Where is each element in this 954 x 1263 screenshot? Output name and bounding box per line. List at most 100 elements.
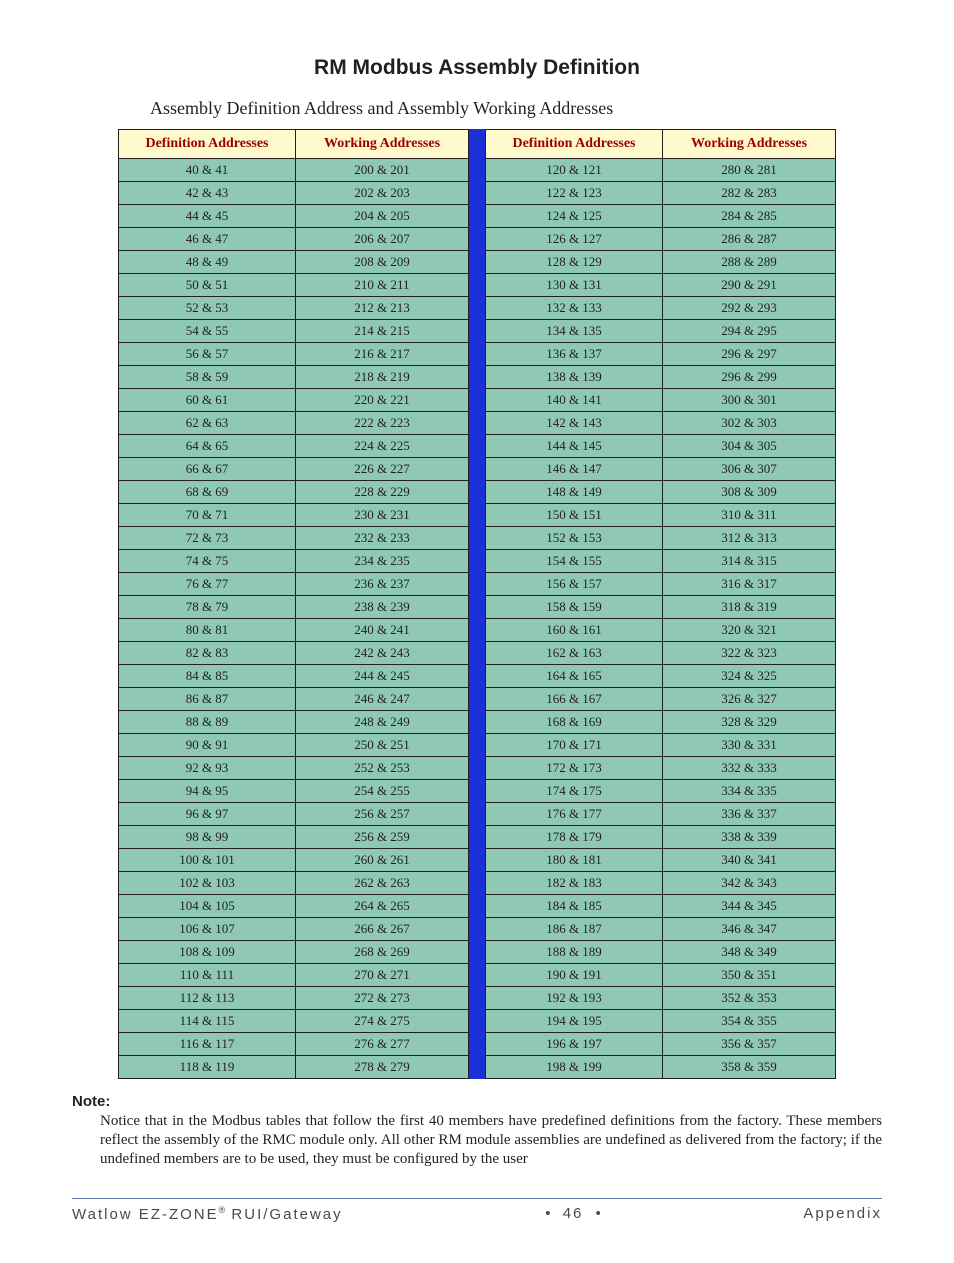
table-row: 58 & 59218 & 219 xyxy=(119,366,469,389)
definition-address-cell: 132 & 133 xyxy=(486,297,663,320)
table-row: 72 & 73232 & 233 xyxy=(119,527,469,550)
table-row: 76 & 77236 & 237 xyxy=(119,573,469,596)
working-address-cell: 276 & 277 xyxy=(296,1033,469,1056)
working-address-cell: 300 & 301 xyxy=(663,389,836,412)
working-address-cell: 330 & 331 xyxy=(663,734,836,757)
working-address-cell: 320 & 321 xyxy=(663,619,836,642)
definition-address-cell: 70 & 71 xyxy=(119,504,296,527)
table-row: 110 & 111270 & 271 xyxy=(119,964,469,987)
working-address-cell: 280 & 281 xyxy=(663,159,836,182)
working-address-cell: 212 & 213 xyxy=(296,297,469,320)
table-row: 182 & 183342 & 343 xyxy=(486,872,836,895)
definition-address-cell: 60 & 61 xyxy=(119,389,296,412)
working-address-cell: 250 & 251 xyxy=(296,734,469,757)
working-address-cell: 322 & 323 xyxy=(663,642,836,665)
table-row: 42 & 43202 & 203 xyxy=(119,182,469,205)
definition-address-cell: 82 & 83 xyxy=(119,642,296,665)
working-address-cell: 292 & 293 xyxy=(663,297,836,320)
working-address-cell: 314 & 315 xyxy=(663,550,836,573)
table-row: 194 & 195354 & 355 xyxy=(486,1010,836,1033)
note-heading: Note: xyxy=(72,1093,882,1110)
definition-address-cell: 162 & 163 xyxy=(486,642,663,665)
table-row: 198 & 199358 & 359 xyxy=(486,1056,836,1079)
working-address-cell: 200 & 201 xyxy=(296,159,469,182)
table-row: 54 & 55214 & 215 xyxy=(119,320,469,343)
address-tables: Definition Addresses Working Addresses 4… xyxy=(72,129,882,1079)
working-address-cell: 282 & 283 xyxy=(663,182,836,205)
table-row: 132 & 133292 & 293 xyxy=(486,297,836,320)
working-address-cell: 266 & 267 xyxy=(296,918,469,941)
definition-address-cell: 94 & 95 xyxy=(119,780,296,803)
table-row: 82 & 83242 & 243 xyxy=(119,642,469,665)
working-address-cell: 284 & 285 xyxy=(663,205,836,228)
table-row: 178 & 179338 & 339 xyxy=(486,826,836,849)
table-row: 68 & 69228 & 229 xyxy=(119,481,469,504)
table-row: 192 & 193352 & 353 xyxy=(486,987,836,1010)
table-row: 56 & 57216 & 217 xyxy=(119,343,469,366)
definition-address-cell: 50 & 51 xyxy=(119,274,296,297)
working-address-cell: 230 & 231 xyxy=(296,504,469,527)
table-header-row: Definition Addresses Working Addresses xyxy=(119,130,469,159)
table-row: 168 & 169328 & 329 xyxy=(486,711,836,734)
bullet-icon: • xyxy=(596,1205,601,1222)
table-row: 86 & 87246 & 247 xyxy=(119,688,469,711)
table-row: 184 & 185344 & 345 xyxy=(486,895,836,918)
definition-address-cell: 48 & 49 xyxy=(119,251,296,274)
footer-left: Watlow EZ-ZONE® RUI/Gateway xyxy=(72,1205,343,1223)
table-row: 40 & 41200 & 201 xyxy=(119,159,469,182)
definition-address-cell: 54 & 55 xyxy=(119,320,296,343)
table-row: 92 & 93252 & 253 xyxy=(119,757,469,780)
working-address-cell: 278 & 279 xyxy=(296,1056,469,1079)
working-address-cell: 226 & 227 xyxy=(296,458,469,481)
working-address-cell: 262 & 263 xyxy=(296,872,469,895)
table-row: 116 & 117276 & 277 xyxy=(119,1033,469,1056)
definition-address-cell: 180 & 181 xyxy=(486,849,663,872)
table-row: 136 & 137296 & 297 xyxy=(486,343,836,366)
definition-address-cell: 138 & 139 xyxy=(486,366,663,389)
table-row: 160 & 161320 & 321 xyxy=(486,619,836,642)
table-row: 162 & 163322 & 323 xyxy=(486,642,836,665)
definition-address-cell: 52 & 53 xyxy=(119,297,296,320)
definition-address-cell: 86 & 87 xyxy=(119,688,296,711)
table-row: 124 & 125284 & 285 xyxy=(486,205,836,228)
definition-address-cell: 178 & 179 xyxy=(486,826,663,849)
working-address-cell: 350 & 351 xyxy=(663,964,836,987)
table-row: 138 & 139296 & 299 xyxy=(486,366,836,389)
definition-address-cell: 160 & 161 xyxy=(486,619,663,642)
working-address-cell: 352 & 353 xyxy=(663,987,836,1010)
address-table-right: Definition Addresses Working Addresses 1… xyxy=(485,129,836,1079)
table-row: 186 & 187346 & 347 xyxy=(486,918,836,941)
working-address-cell: 302 & 303 xyxy=(663,412,836,435)
definition-address-cell: 122 & 123 xyxy=(486,182,663,205)
working-address-cell: 208 & 209 xyxy=(296,251,469,274)
definition-address-cell: 62 & 63 xyxy=(119,412,296,435)
working-address-cell: 346 & 347 xyxy=(663,918,836,941)
table-row: 130 & 131290 & 291 xyxy=(486,274,836,297)
working-address-cell: 326 & 327 xyxy=(663,688,836,711)
definition-address-cell: 182 & 183 xyxy=(486,872,663,895)
definition-address-cell: 130 & 131 xyxy=(486,274,663,297)
table-row: 108 & 109268 & 269 xyxy=(119,941,469,964)
definition-address-cell: 108 & 109 xyxy=(119,941,296,964)
working-address-cell: 312 & 313 xyxy=(663,527,836,550)
working-address-cell: 256 & 259 xyxy=(296,826,469,849)
working-address-cell: 240 & 241 xyxy=(296,619,469,642)
table-row: 172 & 173332 & 333 xyxy=(486,757,836,780)
table-row: 180 & 181340 & 341 xyxy=(486,849,836,872)
definition-address-cell: 96 & 97 xyxy=(119,803,296,826)
table-row: 146 & 147306 & 307 xyxy=(486,458,836,481)
definition-address-cell: 126 & 127 xyxy=(486,228,663,251)
definition-address-cell: 148 & 149 xyxy=(486,481,663,504)
table-row: 188 & 189348 & 349 xyxy=(486,941,836,964)
table-row: 52 & 53212 & 213 xyxy=(119,297,469,320)
definition-address-cell: 198 & 199 xyxy=(486,1056,663,1079)
working-address-cell: 260 & 261 xyxy=(296,849,469,872)
working-address-cell: 264 & 265 xyxy=(296,895,469,918)
table-row: 66 & 67226 & 227 xyxy=(119,458,469,481)
definition-address-cell: 152 & 153 xyxy=(486,527,663,550)
table-row: 170 & 171330 & 331 xyxy=(486,734,836,757)
definition-address-cell: 58 & 59 xyxy=(119,366,296,389)
table-row: 46 & 47206 & 207 xyxy=(119,228,469,251)
definition-address-cell: 40 & 41 xyxy=(119,159,296,182)
working-address-cell: 268 & 269 xyxy=(296,941,469,964)
